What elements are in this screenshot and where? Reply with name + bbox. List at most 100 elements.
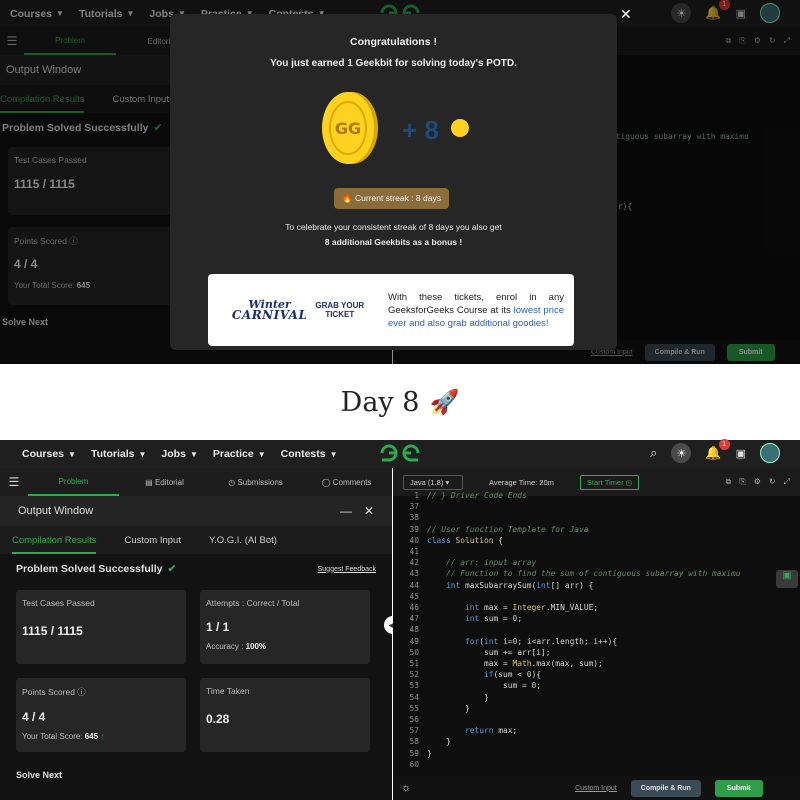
day-caption: Day 8 xyxy=(340,386,420,418)
code-lines: // } Driver Code Ends // User function T… xyxy=(427,490,741,770)
tab-submissions[interactable]: ◷ Submissions xyxy=(210,478,301,487)
nav-tutorials[interactable]: Tutorials ▼ xyxy=(91,448,146,460)
line-number: 54 xyxy=(409,692,419,702)
line-number: 40 xyxy=(409,535,419,545)
tab-label: Editorial xyxy=(154,477,184,487)
code-editor[interactable]: 1 37 38 39 40 41 42 43 44 45 46 47 48 49 50 51 52 53 54 55 5… xyxy=(393,490,800,774)
code-line: if(sum < 0){ xyxy=(484,670,542,680)
svg-text:GG: GG xyxy=(335,119,361,138)
code-line: // arr: input array xyxy=(427,558,537,568)
search-icon[interactable]: ⌕ xyxy=(650,445,657,461)
nav-contests[interactable]: Contests▼ xyxy=(281,448,338,460)
nav-label: Contests xyxy=(280,448,326,460)
winter-carnival-banner[interactable]: Winter CARNIVAL GRAB YOUR TICKET With th… xyxy=(208,274,574,346)
code-line: } xyxy=(427,737,451,747)
code-line: // } Driver Code Ends xyxy=(427,491,527,500)
code-line: // Function to find the sum of contiguou… xyxy=(427,569,741,579)
points-card: Points Scored ⓘ 4 / 4 Your Total Score: … xyxy=(16,678,186,752)
nav-label: Jobs xyxy=(161,448,186,460)
tab-label: Submissions xyxy=(237,477,283,487)
bell-icon[interactable]: 🔔 1 xyxy=(705,439,730,461)
congrats-modal: Congratulations ! You just earned 1 Geek… xyxy=(170,14,617,350)
chat-icon[interactable]: ▣ xyxy=(776,570,798,588)
avatar[interactable] xyxy=(760,443,780,463)
code-line: class Solution { xyxy=(427,535,504,545)
tab-editorial[interactable]: ▤ Editorial xyxy=(119,478,210,487)
celebrate-text: To celebrate your consistent streak of 8… xyxy=(170,220,617,250)
language-value: Java (1.8) xyxy=(410,477,444,487)
points-label: Points Scored xyxy=(22,687,75,697)
nav-practice[interactable]: Practice▼ xyxy=(213,448,266,460)
tab-yogi-bot[interactable]: Y.O.G.I. (AI Bot) xyxy=(209,535,277,546)
banner-text: With these tickets, enrol in any Geeksfo… xyxy=(388,291,574,330)
code-line: // User function Template for Java xyxy=(427,524,589,534)
custom-input-link[interactable]: Custom Input xyxy=(575,785,617,792)
submit-button[interactable]: Submit xyxy=(714,779,763,797)
chevron-down-icon: ▼ xyxy=(189,449,198,459)
solve-next[interactable]: Solve Next xyxy=(0,758,392,792)
menu-icon[interactable]: ☰ xyxy=(0,475,28,489)
result-subtabs: Compilation Results Custom Input Y.O.G.I… xyxy=(0,526,392,554)
close-icon[interactable]: ✕ xyxy=(364,504,374,518)
editor-icons: ⧉ ⎘ ⚙ ↻ ⤢ xyxy=(726,477,790,487)
rocket-icon: 🚀 xyxy=(429,388,460,416)
reset-icon[interactable]: ↻ xyxy=(769,477,776,487)
output-window-title: Output Window xyxy=(18,505,94,517)
winter-carnival-logo: Winter CARNIVAL xyxy=(232,299,308,321)
line-number: 50 xyxy=(409,647,419,657)
code-line: max = Math.max(max, sum); xyxy=(427,659,603,669)
test-cases-value: 1115 / 1115 xyxy=(22,624,83,638)
close-icon[interactable]: ✕ xyxy=(620,6,632,23)
chevron-down-icon: ▼ xyxy=(138,449,147,459)
total-score-value: 645 xyxy=(84,732,99,741)
tab-compilation-results[interactable]: Compilation Results xyxy=(12,535,97,554)
settings-icon[interactable]: ⚙ xyxy=(754,477,761,487)
line-number: 52 xyxy=(409,670,419,680)
editor-footer: ☼ Custom Input Compile & Run Submit xyxy=(393,776,800,800)
language-select[interactable]: Java (1.8) ▾ xyxy=(403,474,463,490)
output-window-header: Output Window — ✕ xyxy=(0,496,392,526)
small-coin-icon xyxy=(451,119,469,137)
tab-custom-input[interactable]: Custom Input xyxy=(124,535,181,546)
celebrate-line: To celebrate your consistent streak of 8… xyxy=(285,222,502,232)
problem-tabbar: ☰ Problem ▤ Editorial ◷ Submissions ◯ Co… xyxy=(0,468,392,496)
bulb-icon[interactable]: ☼ xyxy=(401,782,411,794)
theme-toggle-icon[interactable]: ☀ xyxy=(671,443,692,463)
gfg-logo[interactable] xyxy=(378,442,422,464)
total-score-label: Your Total Score: xyxy=(22,732,83,741)
copy-icon[interactable]: ⧉ xyxy=(726,477,732,487)
code-line: for(int i=0; i<arr.length; i++){ xyxy=(465,636,618,646)
cta-line: GRAB YOUR xyxy=(315,301,365,310)
line-number: 44 xyxy=(409,580,419,590)
tab-problem[interactable]: Problem xyxy=(28,468,119,496)
nav-courses[interactable]: Courses ▼ xyxy=(22,448,76,460)
file-icon[interactable]: ⎘ xyxy=(739,477,745,487)
contacts-icon[interactable]: ▣ xyxy=(736,447,746,460)
tab-comments[interactable]: ◯ Comments xyxy=(301,478,392,487)
info-icon[interactable]: ⓘ xyxy=(77,687,86,697)
code-line: return max; xyxy=(465,726,518,736)
minimize-icon[interactable]: — xyxy=(340,504,352,518)
line-number: 59 xyxy=(409,748,419,758)
bottom-navbar: Courses ▼ Tutorials ▼ Jobs ▼ Practice ▼ Cont… xyxy=(0,439,800,468)
bottom-editor-panel: Java (1.8) ▾ Average Time: 20m Start Tim… xyxy=(393,468,800,800)
nav-jobs[interactable]: Jobs▼ xyxy=(161,448,197,460)
expand-icon[interactable]: ⤢ xyxy=(784,477,790,487)
compile-run-button[interactable]: Compile & Run xyxy=(630,779,701,797)
time-label: Time Taken xyxy=(206,686,250,696)
streak-text: Current streak : 8 days xyxy=(354,193,441,203)
line-number: 55 xyxy=(409,703,419,713)
suggest-feedback-link[interactable]: Suggest Feedback xyxy=(318,566,376,573)
line-number: 37 xyxy=(409,502,419,512)
timer-label: Start Timer xyxy=(586,477,624,487)
result-cards: Test Cases Passed 1115 / 1115 Attempts :… xyxy=(0,584,392,758)
grab-ticket[interactable]: GRAB YOUR TICKET xyxy=(315,301,364,319)
start-timer-button[interactable]: Start Timer ◷ xyxy=(579,474,640,490)
notification-badge: 1 xyxy=(718,439,730,450)
attempts-card: Attempts : Correct / Total 1 / 1 Accurac… xyxy=(200,590,370,664)
